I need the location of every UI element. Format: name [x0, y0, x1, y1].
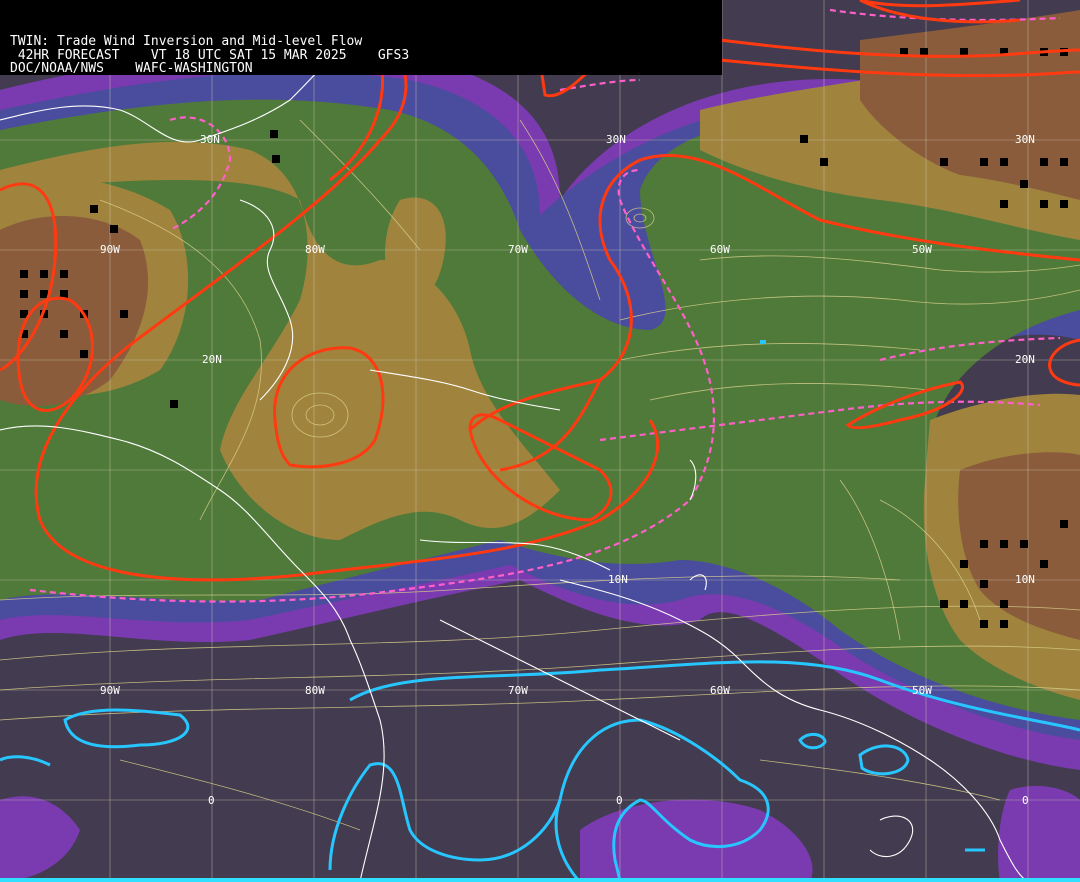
lat-label: 0: [1022, 794, 1029, 807]
lon-label: 90W: [100, 243, 120, 256]
map-canvas: 90W 80W 70W 60W 50W 90W 80W 70W 60W 50W …: [0, 0, 1080, 882]
lon-label: 70W: [508, 684, 528, 697]
lon-label: 50W: [912, 684, 932, 697]
lat-label: 0: [208, 794, 215, 807]
lat-label: 20N: [202, 353, 222, 366]
small-blue-marker: [760, 340, 766, 344]
lat-label: 10N: [1015, 573, 1035, 586]
product-title: TWIN: Trade Wind Inversion and Mid-level…: [10, 34, 363, 49]
lat-label: 20N: [1015, 353, 1035, 366]
lon-label: 60W: [710, 684, 730, 697]
lon-label: 80W: [305, 684, 325, 697]
lat-label: 0: [616, 794, 623, 807]
bottom-border: [0, 878, 1080, 882]
lon-label: 70W: [508, 243, 528, 256]
lat-label: 30N: [606, 133, 626, 146]
issuing-agency: DOC/NOAA/NWS WAFC-WASHINGTON: [10, 61, 253, 76]
forecast-map: 90W 80W 70W 60W 50W 90W 80W 70W 60W 50W …: [0, 0, 1080, 882]
lon-label: 50W: [912, 243, 932, 256]
lat-label: 30N: [1015, 133, 1035, 146]
lon-label: 60W: [710, 243, 730, 256]
forecast-header: TWIN: Trade Wind Inversion and Mid-level…: [0, 0, 722, 75]
lon-label: 90W: [100, 684, 120, 697]
lat-label: 10N: [608, 573, 628, 586]
lon-label: 80W: [305, 243, 325, 256]
lat-label: 30N: [200, 133, 220, 146]
